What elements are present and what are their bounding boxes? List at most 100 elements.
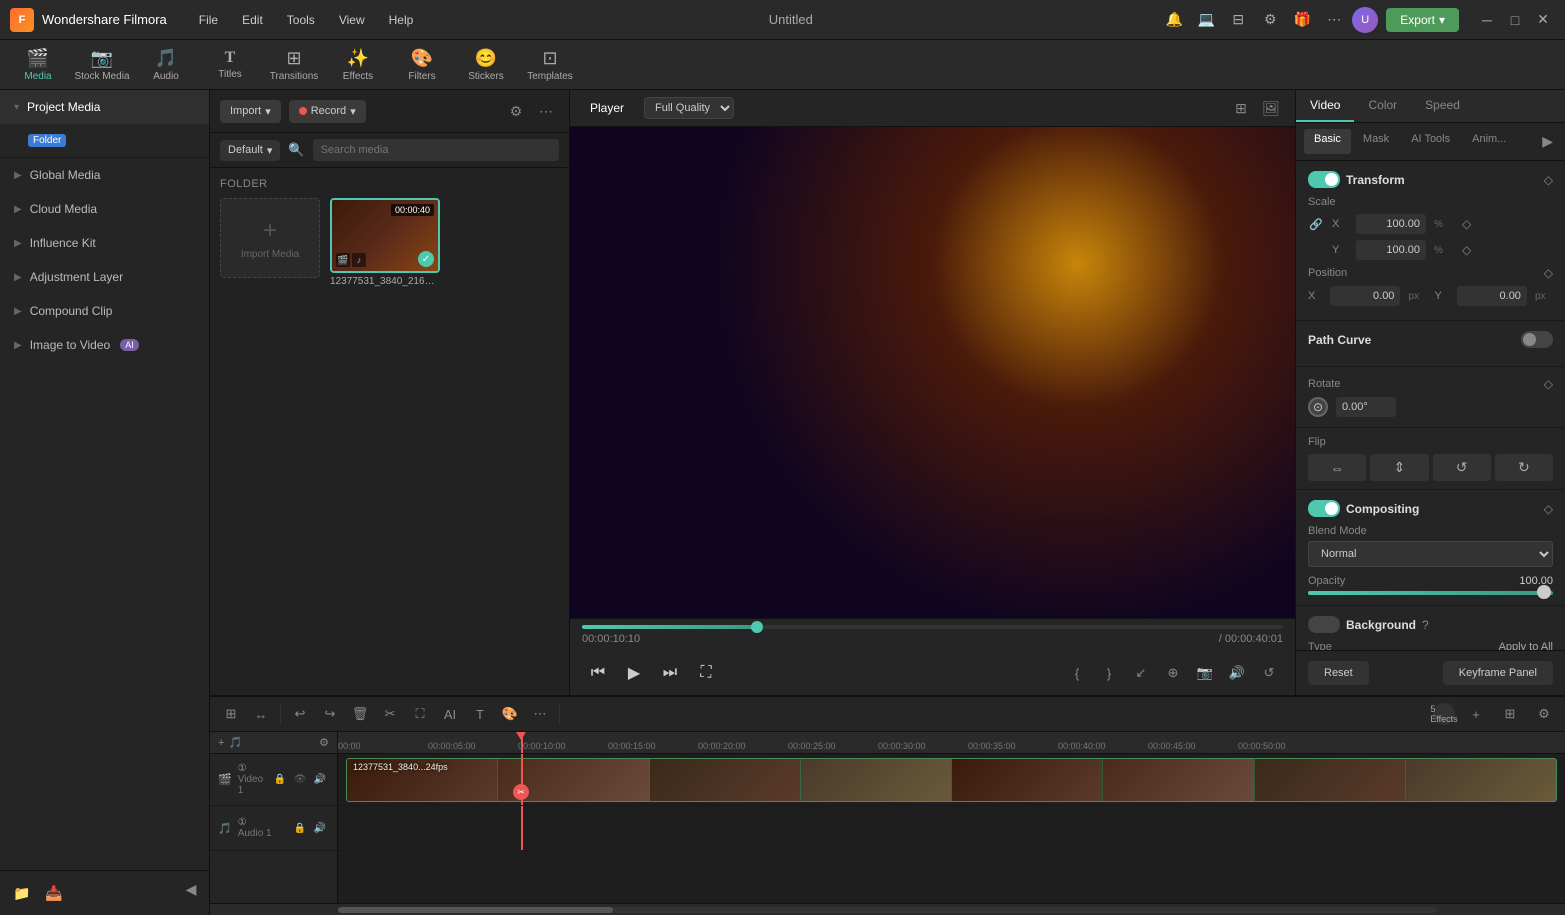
crop-tool[interactable]: ⛶	[407, 701, 433, 727]
rotate-dial[interactable]: ⊙	[1308, 397, 1328, 417]
more-tools[interactable]: ⋯	[527, 701, 553, 727]
sidebar-item-influence-kit[interactable]: ▶ Influence Kit	[0, 226, 209, 260]
menu-view[interactable]: View	[335, 11, 369, 29]
background-help-icon[interactable]: ?	[1422, 618, 1429, 632]
audio-mute-icon[interactable]: 🔊	[311, 819, 329, 837]
rotate-input[interactable]	[1336, 397, 1396, 417]
more-options-icon[interactable]: ⋯	[533, 98, 559, 124]
record-button[interactable]: Record ▾	[289, 100, 366, 123]
tool-stickers[interactable]: 😊 Stickers	[456, 43, 516, 87]
media-thumbnail[interactable]: 00:00:40 🎬 ♪ ✓ 12377531_3840_2160_2...	[330, 198, 440, 287]
rotate-left-button[interactable]: ↺	[1433, 454, 1491, 481]
menu-help[interactable]: Help	[385, 11, 418, 29]
scrollbar-thumb[interactable]	[338, 907, 613, 913]
quality-select[interactable]: Full Quality	[644, 97, 734, 119]
effects-shop-icon[interactable]: 🎁	[1292, 10, 1312, 30]
notification-icon[interactable]: 🔔	[1164, 10, 1184, 30]
sidebar-item-global-media[interactable]: ▶ Global Media	[0, 158, 209, 192]
transform-toggle[interactable]	[1308, 171, 1340, 188]
add-track-button[interactable]: +	[1463, 701, 1489, 727]
rotate-keyframe[interactable]: ◇	[1544, 377, 1553, 391]
device-icon[interactable]: 💻	[1196, 10, 1216, 30]
track-settings-icon[interactable]: ⚙	[319, 736, 329, 749]
tool-media[interactable]: 🎬 Media	[8, 43, 68, 87]
snapshot-ctrl-icon[interactable]: 📷	[1191, 659, 1219, 687]
snapshot-icon[interactable]: 🖼	[1259, 96, 1283, 120]
add-folder-icon[interactable]: 📁	[8, 879, 36, 907]
grid-toggle-button[interactable]: ⊞	[1497, 701, 1523, 727]
apply-all-button[interactable]: Apply to All	[1499, 641, 1553, 650]
add-track-icon[interactable]: +	[218, 737, 224, 749]
subtab-mask[interactable]: Mask	[1353, 129, 1399, 154]
import-icon[interactable]: 📥	[40, 879, 68, 907]
position-y-input[interactable]	[1457, 286, 1527, 306]
sidebar-item-image-to-video[interactable]: ▶ Image to Video AI	[0, 328, 209, 362]
filter-icon[interactable]: ⚙	[503, 98, 529, 124]
tab-video[interactable]: Video	[1296, 90, 1354, 122]
tab-color[interactable]: Color	[1354, 90, 1411, 122]
scale-x-input[interactable]	[1356, 214, 1426, 234]
settings-timeline-button[interactable]: ⚙	[1531, 701, 1557, 727]
audio-lock-icon[interactable]: 🔒	[291, 819, 309, 837]
scale-y-keyframe[interactable]: ◇	[1462, 243, 1471, 257]
compositing-keyframe[interactable]: ◇	[1544, 502, 1553, 516]
skip-forward-button[interactable]: ⏭	[654, 657, 686, 689]
add-audio-icon[interactable]: 🎵	[228, 736, 242, 749]
tool-stock[interactable]: 📷 Stock Media	[72, 43, 132, 87]
search-input[interactable]	[313, 139, 559, 161]
effects-count-icon[interactable]: 5 Effects	[1433, 703, 1455, 725]
user-avatar[interactable]: U	[1352, 7, 1378, 33]
flip-horizontal-button[interactable]: ⇔	[1308, 454, 1366, 481]
mark-out-icon[interactable]: }	[1095, 659, 1123, 687]
close-button[interactable]: ✕	[1531, 8, 1555, 32]
cut-tool[interactable]: ✂	[377, 701, 403, 727]
sidebar-item-adjustment-layer[interactable]: ▶ Adjustment Layer	[0, 260, 209, 294]
reset-button[interactable]: Reset	[1308, 661, 1369, 685]
more-icon[interactable]: ⋯	[1324, 10, 1344, 30]
path-curve-toggle[interactable]	[1521, 331, 1553, 348]
menu-tools[interactable]: Tools	[283, 11, 319, 29]
subtab-anim[interactable]: Anim...	[1462, 129, 1516, 154]
track-mute-icon[interactable]: 🔊	[311, 771, 329, 789]
play-button[interactable]: ▶	[618, 657, 650, 689]
connect-tool[interactable]: ↔	[248, 701, 274, 727]
tool-transitions[interactable]: ⊞ Transitions	[264, 43, 324, 87]
keyframe-panel-button[interactable]: Keyframe Panel	[1443, 661, 1553, 685]
sidebar-item-project-media[interactable]: ▾ Project Media	[0, 90, 209, 124]
layout-icon[interactable]: ⊟	[1228, 10, 1248, 30]
mark-in-icon[interactable]: {	[1063, 659, 1091, 687]
opacity-slider[interactable]	[1308, 591, 1553, 595]
scale-y-input[interactable]	[1356, 240, 1426, 260]
menu-edit[interactable]: Edit	[238, 11, 267, 29]
tool-audio[interactable]: 🎵 Audio	[136, 43, 196, 87]
seek-thumb[interactable]	[751, 621, 763, 633]
transform-ctrl-icon[interactable]: ↺	[1255, 659, 1283, 687]
color-tool[interactable]: 🎨	[497, 701, 523, 727]
collapse-sidebar-icon[interactable]: ◀	[181, 879, 201, 899]
track-visibility-icon[interactable]: 👁	[291, 771, 309, 789]
insert-icon[interactable]: ↙	[1127, 659, 1155, 687]
volume-icon[interactable]: 🔊	[1223, 659, 1251, 687]
group-tool[interactable]: ⊞	[218, 701, 244, 727]
tab-speed[interactable]: Speed	[1411, 90, 1474, 122]
position-keyframe[interactable]: ◇	[1544, 266, 1553, 280]
default-filter-button[interactable]: Default ▾	[220, 140, 280, 161]
tool-filters[interactable]: 🎨 Filters	[392, 43, 452, 87]
skip-back-button[interactable]: ⏮	[582, 657, 614, 689]
grid-view-icon[interactable]: ⊞	[1229, 96, 1253, 120]
flip-vertical-button[interactable]: ⇕	[1370, 454, 1428, 481]
sidebar-item-folder[interactable]: Folder	[0, 124, 209, 157]
background-toggle[interactable]	[1308, 616, 1340, 633]
track-lock-icon[interactable]: 🔒	[271, 771, 289, 789]
tool-effects[interactable]: ✨ Effects	[328, 43, 388, 87]
tool-titles[interactable]: T Titles	[200, 43, 260, 87]
redo-tool[interactable]: ↪	[317, 701, 343, 727]
more-subtabs-icon[interactable]: ▶	[1538, 129, 1557, 154]
seek-bar[interactable]	[582, 625, 1283, 629]
overwrite-icon[interactable]: ⊕	[1159, 659, 1187, 687]
full-screen-button[interactable]: ⛶	[690, 657, 722, 689]
scale-x-keyframe[interactable]: ◇	[1462, 217, 1471, 231]
blend-mode-select[interactable]: Normal	[1308, 541, 1553, 567]
opacity-thumb[interactable]	[1537, 585, 1551, 599]
import-button[interactable]: Import ▾	[220, 100, 281, 123]
